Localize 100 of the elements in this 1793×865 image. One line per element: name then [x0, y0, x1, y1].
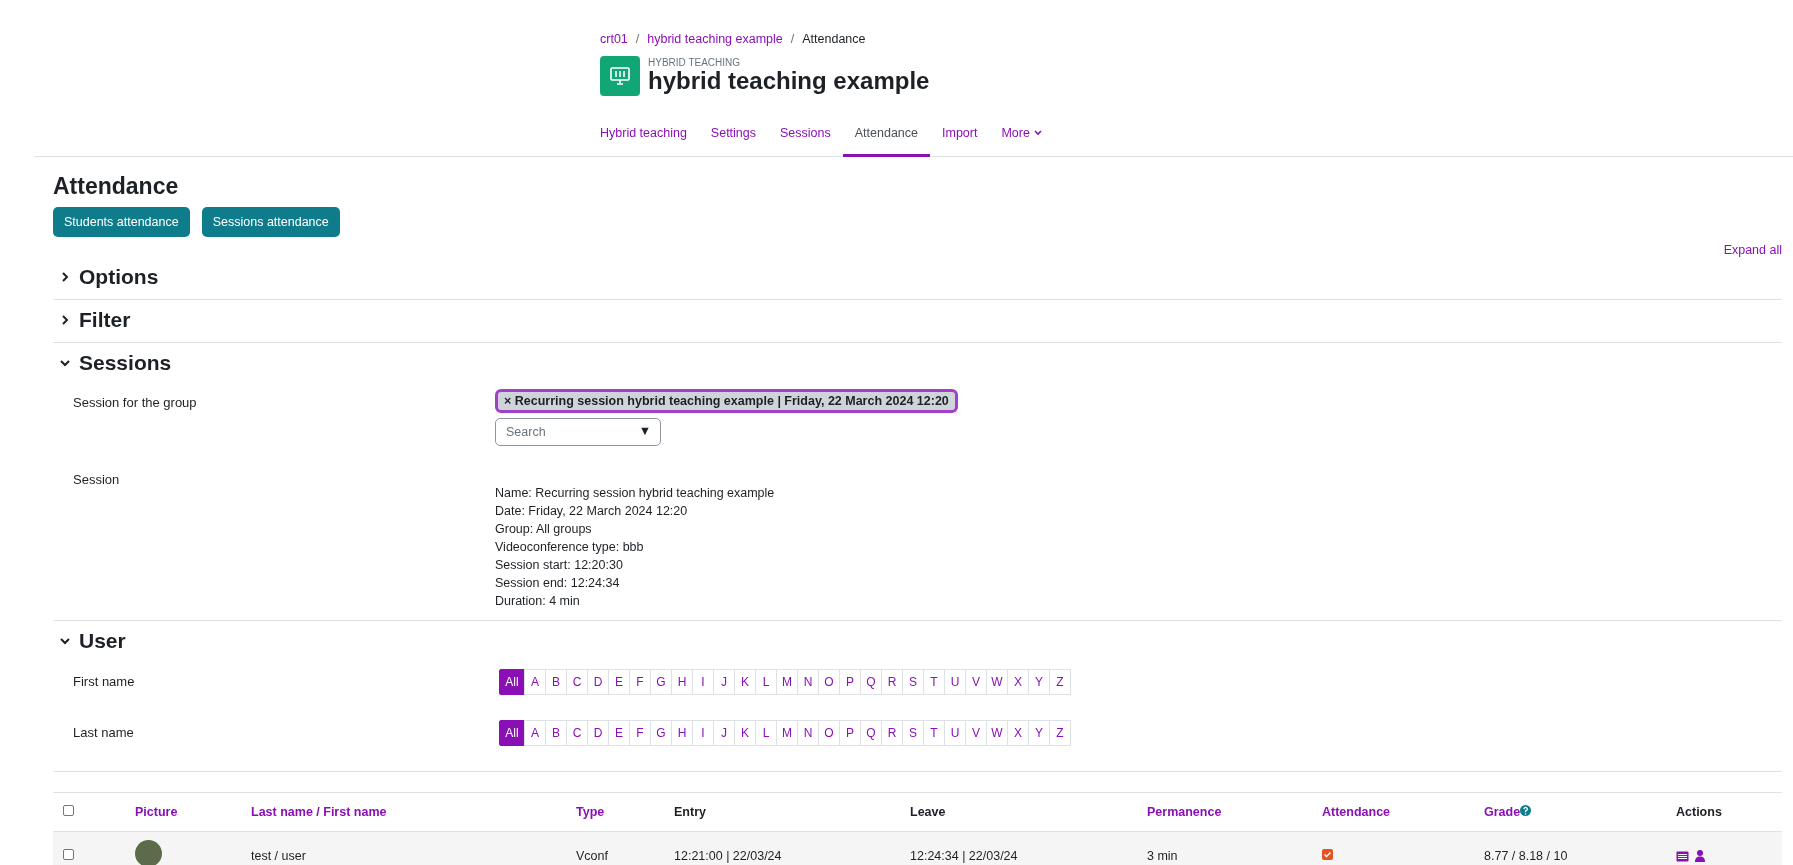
letter-filter[interactable]: Y — [1028, 719, 1050, 746]
expand-all-link[interactable]: Expand all — [1723, 242, 1782, 257]
letter-filter[interactable]: I — [692, 719, 714, 746]
column-header[interactable]: Picture — [135, 804, 178, 819]
letter-filter[interactable]: U — [944, 668, 966, 695]
nav-tab[interactable]: Import — [930, 114, 990, 157]
session-detail: Session end: 12:24:34 — [495, 575, 621, 590]
letter-filter[interactable]: O — [818, 719, 840, 746]
letter-filter[interactable]: V — [965, 668, 987, 695]
letter-filter[interactable]: L — [755, 668, 777, 695]
letter-filter[interactable]: C — [566, 719, 588, 746]
collapsible-heading[interactable]: User — [79, 628, 126, 653]
page-heading: hybrid teaching example — [648, 68, 930, 95]
letter-filter[interactable]: J — [713, 668, 735, 695]
letter-filter[interactable]: D — [587, 719, 609, 746]
nav-tab[interactable]: More — [989, 114, 1054, 157]
letter-filter[interactable]: C — [566, 668, 588, 695]
letter-filter[interactable]: O — [818, 668, 840, 695]
table-cell: test / user — [251, 849, 306, 864]
letter-filter[interactable]: N — [797, 668, 819, 695]
nav-tab[interactable]: Settings — [698, 114, 769, 157]
letter-filter[interactable]: V — [965, 719, 987, 746]
letter-filter[interactable]: M — [776, 719, 798, 746]
table-cell: 12:21:00 | 22/03/24 — [674, 849, 782, 864]
dropdown-arrow[interactable]: ▼ — [638, 423, 651, 438]
letter-filter[interactable]: G — [650, 668, 672, 695]
letter-filter[interactable]: H — [671, 668, 693, 695]
column-header[interactable]: Permanence — [1147, 804, 1222, 819]
field-label: First name — [73, 674, 136, 690]
letter-filter[interactable]: S — [902, 719, 924, 746]
letter-filter[interactable]: Z — [1049, 719, 1071, 746]
letter-filter[interactable]: A — [524, 719, 546, 746]
letter-filter[interactable]: Q — [860, 668, 882, 695]
row-checkbox[interactable] — [63, 849, 74, 861]
letter-filter[interactable]: N — [797, 719, 819, 746]
letter-filter[interactable]: X — [1007, 719, 1029, 746]
column-header: Entry — [674, 804, 706, 819]
letter-filter[interactable]: H — [671, 719, 693, 746]
letter-filter[interactable]: J — [713, 719, 735, 746]
view-button[interactable]: Sessions attendance — [201, 206, 340, 237]
session-detail: Name: Recurring session hybrid teaching example — [495, 485, 776, 500]
letter-filter[interactable]: D — [587, 668, 609, 695]
breadcrumb-link[interactable]: hybrid teaching example — [647, 32, 783, 46]
letter-filter[interactable]: B — [545, 719, 567, 746]
attendance-checkbox[interactable] — [1322, 849, 1333, 861]
table-icon[interactable] — [1676, 850, 1689, 862]
letter-filter[interactable]: F — [629, 668, 651, 695]
session-detail: Duration: 4 min — [495, 593, 581, 608]
chevron-icon[interactable] — [59, 313, 71, 326]
nav-tab[interactable]: Hybrid teaching — [588, 114, 699, 157]
letter-filter[interactable]: All — [499, 668, 525, 695]
letter-filter[interactable]: I — [692, 668, 714, 695]
letter-filter[interactable]: P — [839, 719, 861, 746]
table-cell: 8.77 / 8.18 / 10 — [1484, 849, 1568, 864]
letter-filter[interactable]: B — [545, 668, 567, 695]
letter-filter[interactable]: U — [944, 719, 966, 746]
letter-filter[interactable]: K — [734, 668, 756, 695]
breadcrumb-link[interactable]: crt01 — [600, 32, 628, 46]
letter-filter[interactable]: L — [755, 719, 777, 746]
letter-filter[interactable]: R — [881, 668, 903, 695]
letter-filter[interactable]: K — [734, 719, 756, 746]
letter-filter[interactable]: G — [650, 719, 672, 746]
letter-filter[interactable]: A — [524, 668, 546, 695]
column-header: Leave — [910, 804, 946, 819]
letter-filter[interactable]: Z — [1049, 668, 1071, 695]
letter-filter[interactable]: T — [923, 668, 945, 695]
letter-filter[interactable]: F — [629, 719, 651, 746]
letter-filter[interactable]: W — [986, 668, 1008, 695]
letter-filter[interactable]: All — [499, 719, 525, 746]
letter-filter[interactable]: M — [776, 668, 798, 695]
avatar-placeholder — [135, 839, 162, 865]
letter-filter[interactable]: P — [839, 668, 861, 695]
letter-filter[interactable]: X — [1007, 668, 1029, 695]
letter-filter[interactable]: R — [881, 719, 903, 746]
collapsible-heading[interactable]: Filter — [79, 307, 131, 332]
collapsible-heading[interactable]: Options — [79, 264, 159, 289]
column-header[interactable]: Attendance — [1322, 804, 1391, 819]
letter-filter[interactable]: Y — [1028, 668, 1050, 695]
column-header[interactable]: Last name / First name — [251, 804, 387, 819]
letter-filter[interactable]: E — [608, 719, 630, 746]
module-icon — [600, 56, 640, 96]
letter-filter[interactable]: T — [923, 719, 945, 746]
selected-session-tag[interactable]: × Recurring session hybrid teaching example | Friday, 22 March 2024 12:20 — [495, 388, 958, 413]
column-header[interactable]: Grade — [1484, 804, 1521, 819]
view-button[interactable]: Students attendance — [53, 206, 190, 237]
nav-tab[interactable]: Sessions — [768, 114, 843, 157]
nav-tab[interactable]: Attendance — [842, 114, 930, 157]
breadcrumb-separator: / — [635, 32, 640, 46]
session-detail: Group: All groups — [495, 521, 593, 536]
collapsible-heading[interactable]: Sessions — [79, 350, 172, 375]
letter-filter[interactable]: W — [986, 719, 1008, 746]
column-header[interactable]: Type — [576, 804, 605, 819]
letter-filter[interactable]: Q — [860, 719, 882, 746]
select-all-checkbox[interactable] — [63, 804, 74, 816]
letter-filter[interactable]: S — [902, 668, 924, 695]
table-cell: 3 min — [1147, 849, 1178, 864]
user-icon[interactable] — [1695, 850, 1705, 863]
letter-filter[interactable]: E — [608, 668, 630, 695]
chevron-icon[interactable] — [59, 270, 71, 283]
help-icon[interactable] — [1520, 804, 1532, 816]
